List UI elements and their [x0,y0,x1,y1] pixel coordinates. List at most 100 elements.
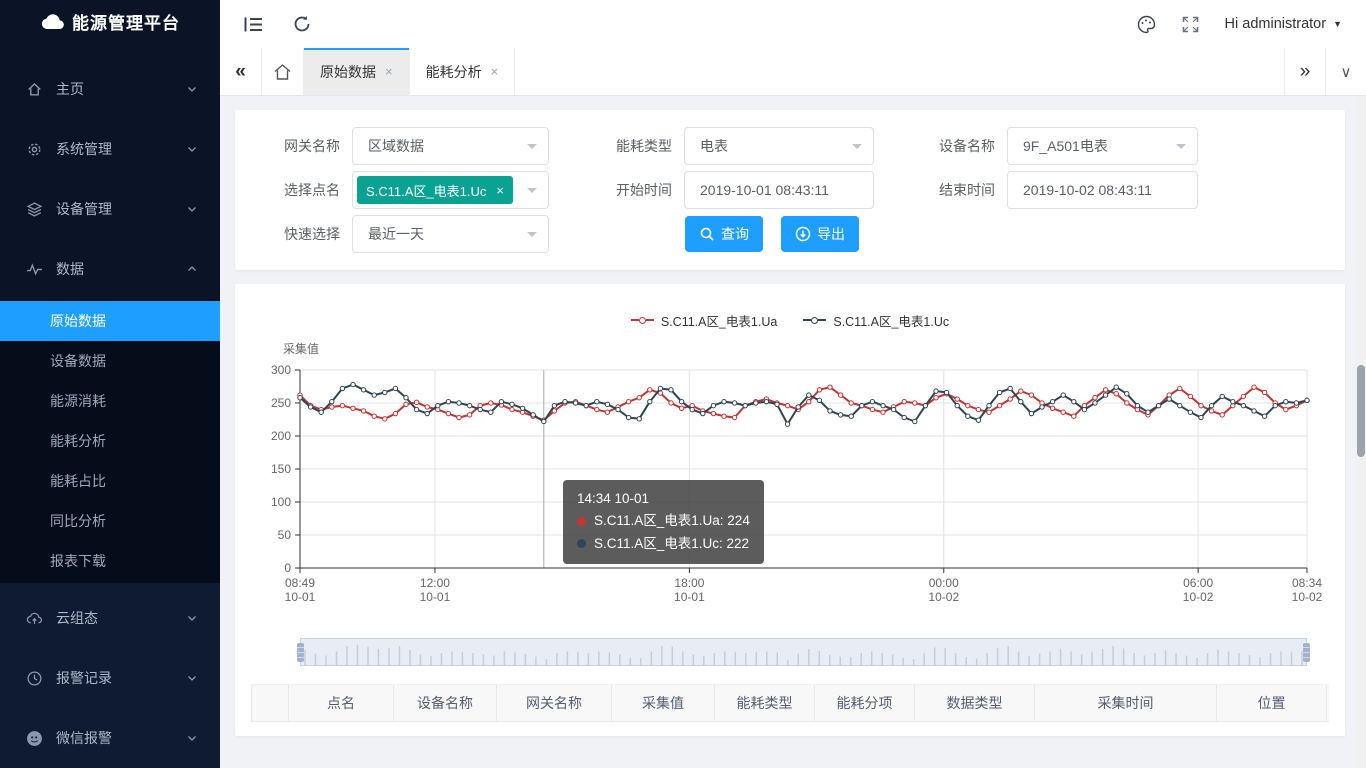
legend-item-ua[interactable]: S.C11.A区_电表1.Ua [631,311,777,330]
device-select[interactable]: 9F_A501电表 [1007,127,1198,165]
page-scrollbar-thumb[interactable] [1357,365,1365,457]
sidebar-item-energy-analysis[interactable]: 能耗分析 [0,421,220,461]
sidebar-item-energy-consumption[interactable]: 能源消耗 [0,381,220,421]
theme-palette-icon[interactable] [1137,15,1156,34]
user-caret-icon: ▼ [1333,19,1342,29]
sidebar-item-device-data[interactable]: 设备数据 [0,341,220,381]
cloud-upload-icon [26,610,43,627]
sidebar-item-raw-data[interactable]: 原始数据 [0,301,220,341]
col-location-header: 位置 [1217,685,1327,721]
svg-text:00:00: 00:00 [929,576,959,590]
sidebar-item-yoy-analysis[interactable]: 同比分析 [0,501,220,541]
gateway-label: 网关名称 [235,136,352,156]
svg-text:06:00: 06:00 [1183,576,1213,590]
svg-text:50: 50 [278,528,292,542]
sidebar-lower: 云组态 报警记录 微信报警 [0,583,220,768]
tabs-scroll-left-button[interactable]: « [220,48,262,95]
clock-icon [26,670,43,687]
export-button-label: 导出 [817,224,845,244]
tab-energy-analysis[interactable]: 能耗分析 × [410,48,516,95]
svg-text:12:00: 12:00 [420,576,450,590]
sidebar-item-devices[interactable]: 设备管理 [0,179,220,239]
page-scrollbar-track[interactable] [1356,96,1366,768]
point-multiselect[interactable]: S.C11.A区_电表1.Uc × [352,171,549,209]
app-logo: 能源管理平台 [0,0,220,42]
tab-label: 原始数据 [320,62,376,82]
col-expand-header [251,685,289,721]
download-icon [795,226,811,242]
user-menu[interactable]: Hi administrator ▼ [1225,16,1342,32]
fullscreen-icon[interactable] [1182,16,1199,33]
sidebar-item-system[interactable]: 系统管理 [0,119,220,179]
svg-text:10-02: 10-02 [1292,590,1323,602]
gear-icon [26,141,43,158]
tab-close-icon[interactable]: × [385,64,393,79]
col-point-header: 点名 [289,685,394,721]
sidebar-item-data[interactable]: 数据 [0,239,220,299]
end-time-input[interactable]: 2019-10-02 08:43:11 [1007,171,1198,209]
sidebar-item-label: 微信报警 [56,728,186,748]
svg-text:250: 250 [271,396,291,410]
tab-close-icon[interactable]: × [491,64,499,79]
device-label: 设备名称 [874,136,1007,156]
svg-text:10-02: 10-02 [1183,590,1214,602]
col-energy-item-header: 能耗分项 [815,685,915,721]
sidebar-item-label: 系统管理 [56,139,186,159]
svg-text:18:00: 18:00 [674,576,704,590]
main-content: 网关名称 区域数据 能耗类型 电表 设备名称 9F_A501电表 选择点名 S.… [220,96,1366,768]
col-value-header: 采集值 [612,685,715,721]
svg-text:150: 150 [271,462,291,476]
chevron-down-icon [186,143,198,155]
line-chart-svg[interactable]: 05010015020025030008:4910-0112:0010-0118… [251,340,1327,602]
sidebar-item-cloud-scada[interactable]: 云组态 [0,588,220,648]
sidebar-item-home[interactable]: 主页 [0,59,220,119]
tabs-scroll-right-button[interactable]: » [1284,48,1325,95]
legend-label: S.C11.A区_电表1.Uc [833,311,949,330]
col-data-type-header: 数据类型 [915,685,1035,721]
svg-text:采集值: 采集值 [283,341,319,356]
quick-select[interactable]: 最近一天 [352,215,549,253]
energy-type-value: 电表 [700,136,728,156]
svg-text:300: 300 [271,363,291,377]
sidebar-item-wechat-alarm[interactable]: 微信报警 [0,708,220,768]
top-header: Hi administrator ▼ [220,0,1366,48]
datazoom-handle-left[interactable] [297,643,304,662]
datazoom-svg [301,639,1306,665]
sidebar: 能源管理平台 主页 系统管理 设备管理 数据 原始数据 设备数据 能源消耗 能耗… [0,0,220,768]
col-gateway-header: 网关名称 [497,685,612,721]
gateway-value: 区域数据 [368,136,424,156]
sidebar-item-label: 数据 [56,259,186,279]
start-time-input[interactable]: 2019-10-01 08:43:11 [684,171,874,209]
svg-text:08:34: 08:34 [1292,576,1322,590]
home-tab-icon [273,63,292,81]
legend-item-uc[interactable]: S.C11.A区_电表1.Uc [803,311,949,330]
tab-bar: « 原始数据 × 能耗分析 × » ∨ [220,48,1366,96]
query-button[interactable]: 查询 [685,216,763,252]
sidebar-item-label: 云组态 [56,608,186,628]
refresh-icon[interactable] [293,15,311,33]
sidebar-item-report-download[interactable]: 报表下载 [0,541,220,581]
query-button-label: 查询 [721,224,749,244]
sidebar-nav: 主页 系统管理 设备管理 数据 原始数据 设备数据 能源消耗 能耗分析 能耗占比… [0,42,220,768]
datazoom-slider[interactable] [300,638,1307,666]
sidebar-item-energy-ratio[interactable]: 能耗占比 [0,461,220,501]
svg-text:10-01: 10-01 [420,590,451,602]
chevron-up-icon [186,263,198,275]
menu-fold-icon[interactable] [244,16,263,33]
start-time-value: 2019-10-01 08:43:11 [700,182,829,198]
gateway-select[interactable]: 区域数据 [352,127,549,165]
tab-home[interactable] [262,48,304,95]
chevron-down-icon [186,732,198,744]
tabs-dropdown-button[interactable]: ∨ [1325,48,1366,95]
datazoom-handle-right[interactable] [1303,643,1310,662]
pulse-icon [26,261,43,278]
device-value: 9F_A501电表 [1023,136,1108,156]
end-time-value: 2019-10-02 08:43:11 [1023,182,1152,198]
energy-type-select[interactable]: 电表 [684,127,874,165]
tag-close-icon[interactable]: × [496,183,504,198]
user-name: Hi administrator [1225,16,1327,32]
tab-raw-data[interactable]: 原始数据 × [304,48,410,95]
sidebar-item-alarm-log[interactable]: 报警记录 [0,648,220,708]
sidebar-item-label: 主页 [56,79,186,99]
export-button[interactable]: 导出 [781,216,859,252]
